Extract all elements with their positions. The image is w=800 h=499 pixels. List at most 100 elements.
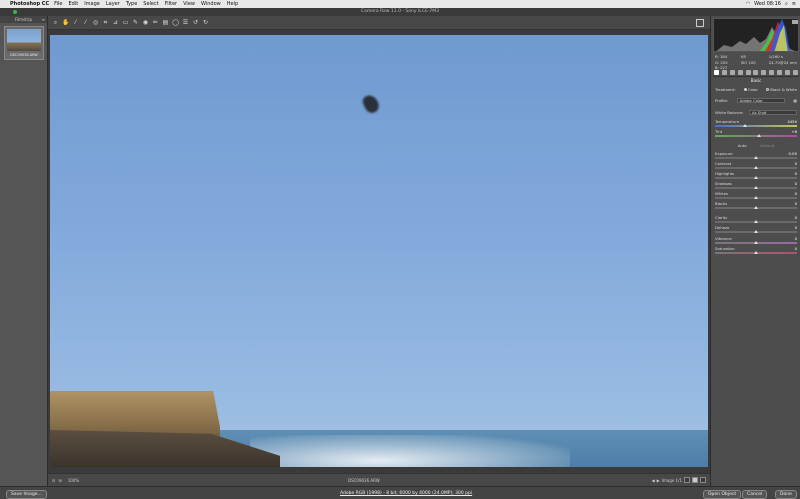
menu-image[interactable]: Image	[84, 1, 100, 7]
tab-basic-icon[interactable]	[714, 70, 720, 75]
slider-value[interactable]: 0	[795, 181, 797, 186]
thumbnail-image	[7, 29, 41, 51]
profile-browser-icon[interactable]: ▦	[793, 98, 797, 103]
contrast-slider[interactable]	[715, 165, 797, 169]
slider-label: Exposure	[715, 150, 733, 156]
filmstrip-thumbnail[interactable]: DSC09036.ARW	[4, 26, 44, 60]
tab-tone-curve-icon[interactable]	[722, 70, 728, 75]
treatment-color-option[interactable]: Color	[743, 87, 758, 92]
white-balance-tool-icon[interactable]: ⁄	[72, 19, 79, 26]
default-button[interactable]: Default	[760, 143, 774, 148]
slider-value[interactable]: +8	[791, 129, 797, 134]
prev-image-icon[interactable]: ◀	[652, 478, 655, 483]
preview-photo[interactable]	[50, 35, 708, 467]
menu-app-name[interactable]: Photoshop CC	[10, 1, 49, 7]
slider-value[interactable]: 0	[795, 161, 797, 166]
tab-transform-icon[interactable]	[761, 70, 767, 75]
menu-view[interactable]: View	[183, 1, 195, 7]
slider-value[interactable]: 0	[795, 171, 797, 176]
done-button[interactable]: Done	[775, 490, 797, 499]
window-zoom-button[interactable]	[13, 10, 17, 14]
cancel-button[interactable]: Cancel	[742, 490, 768, 499]
menu-file[interactable]: File	[54, 1, 62, 7]
menu-help[interactable]: Help	[227, 1, 238, 7]
tab-calibration-icon[interactable]	[776, 70, 782, 75]
preferences-icon[interactable]: ☰	[182, 19, 189, 26]
spot-removal-tool-icon[interactable]: ✎	[132, 19, 139, 26]
menu-type[interactable]: Type	[126, 1, 137, 7]
search-icon[interactable]: ⌕	[785, 1, 788, 7]
auto-button[interactable]: Auto	[738, 143, 747, 148]
open-object-button[interactable]: Open Object	[703, 490, 742, 499]
workflow-options-link[interactable]: Adobe RGB (1998) - 8 bit; 6000 by 4000 (…	[340, 491, 472, 496]
tab-effects-icon[interactable]	[769, 70, 775, 75]
filmstrip-menu-icon[interactable]: ≡	[42, 16, 45, 23]
transform-tool-icon[interactable]: ▭	[122, 19, 129, 26]
rotate-left-icon[interactable]: ↺	[192, 19, 199, 26]
slider-value[interactable]: 0	[795, 191, 797, 196]
shadows-slider[interactable]	[715, 185, 797, 189]
tint-slider[interactable]	[715, 133, 797, 137]
saturation-slider[interactable]	[715, 250, 797, 254]
crop-tool-icon[interactable]: ⌗	[102, 19, 109, 26]
fullscreen-toggle-icon[interactable]	[696, 19, 704, 27]
white-balance-select[interactable]: As Shot	[749, 109, 797, 115]
menu-layer[interactable]: Layer	[106, 1, 120, 7]
slider-value[interactable]: 0	[795, 236, 797, 241]
view-single-icon[interactable]	[684, 477, 690, 483]
profile-select[interactable]: Adobe Color	[736, 97, 785, 103]
zoom-out-icon[interactable]: ⊟	[52, 478, 55, 483]
zoom-tool-icon[interactable]: ⌕	[52, 19, 59, 26]
view-swap-icon[interactable]	[700, 477, 706, 483]
next-image-icon[interactable]: ▶	[657, 478, 660, 483]
menu-list-icon[interactable]: ≡	[792, 1, 796, 7]
radial-filter-icon[interactable]: ◯	[172, 19, 179, 26]
rotate-right-icon[interactable]: ↻	[202, 19, 209, 26]
tab-hsl-icon[interactable]	[737, 70, 743, 75]
wifi-icon[interactable]: ◠	[746, 1, 750, 7]
tab-presets-icon[interactable]	[784, 70, 790, 75]
highlights-slider[interactable]	[715, 175, 797, 179]
radio-color[interactable]	[743, 88, 747, 91]
slider-value[interactable]: 0	[795, 201, 797, 206]
graduated-filter-icon[interactable]: ▤	[162, 19, 169, 26]
radio-bw[interactable]	[766, 88, 770, 91]
exposure-slider[interactable]	[715, 155, 797, 159]
zoom-level[interactable]: 100%	[68, 478, 79, 483]
view-before-after-icon[interactable]	[692, 477, 698, 483]
clock[interactable]: Wed 08:16	[754, 1, 781, 7]
histogram	[713, 18, 799, 52]
blacks-slider[interactable]	[715, 205, 797, 209]
menu-edit[interactable]: Edit	[69, 1, 79, 7]
color-sampler-tool-icon[interactable]: ⁄	[82, 19, 89, 26]
dehaze-slider[interactable]	[715, 229, 797, 233]
vibrance-slider[interactable]	[715, 240, 797, 244]
straighten-tool-icon[interactable]: ⊿	[112, 19, 119, 26]
red-eye-tool-icon[interactable]: ◉	[142, 19, 149, 26]
save-image-button[interactable]: Save Image...	[6, 490, 47, 499]
adjustment-brush-icon[interactable]: ✏	[152, 19, 159, 26]
hand-tool-icon[interactable]: ✋	[62, 19, 69, 26]
filmstrip-title: Filmstrip	[14, 17, 33, 22]
tab-lens-icon[interactable]	[753, 70, 759, 75]
slider-value[interactable]: 4450	[787, 119, 797, 124]
menu-select[interactable]: Select	[143, 1, 158, 7]
clarity-slider[interactable]	[715, 219, 797, 223]
tab-snapshots-icon[interactable]	[792, 70, 798, 75]
menu-bar: Photoshop CC File Edit Image Layer Type …	[0, 0, 800, 8]
slider-value[interactable]: 0.00	[789, 151, 797, 156]
zoom-in-icon[interactable]: ⊞	[58, 478, 61, 483]
menu-window[interactable]: Window	[201, 1, 221, 7]
treatment-bw-option[interactable]: Black & White	[766, 87, 797, 92]
targeted-adjustment-tool-icon[interactable]: ◎	[92, 19, 99, 26]
whites-slider[interactable]	[715, 195, 797, 199]
slider-value[interactable]: 0	[795, 215, 797, 220]
slider-value[interactable]: 0	[795, 225, 797, 230]
readout-lens: 24-70@24 mm	[768, 59, 797, 65]
tab-split-toning-icon[interactable]	[745, 70, 751, 75]
temperature-slider[interactable]	[715, 123, 797, 127]
tab-detail-icon[interactable]	[730, 70, 736, 75]
slider-value[interactable]: 0	[795, 246, 797, 251]
menu-filter[interactable]: Filter	[165, 1, 177, 7]
image-canvas[interactable]	[48, 30, 710, 473]
